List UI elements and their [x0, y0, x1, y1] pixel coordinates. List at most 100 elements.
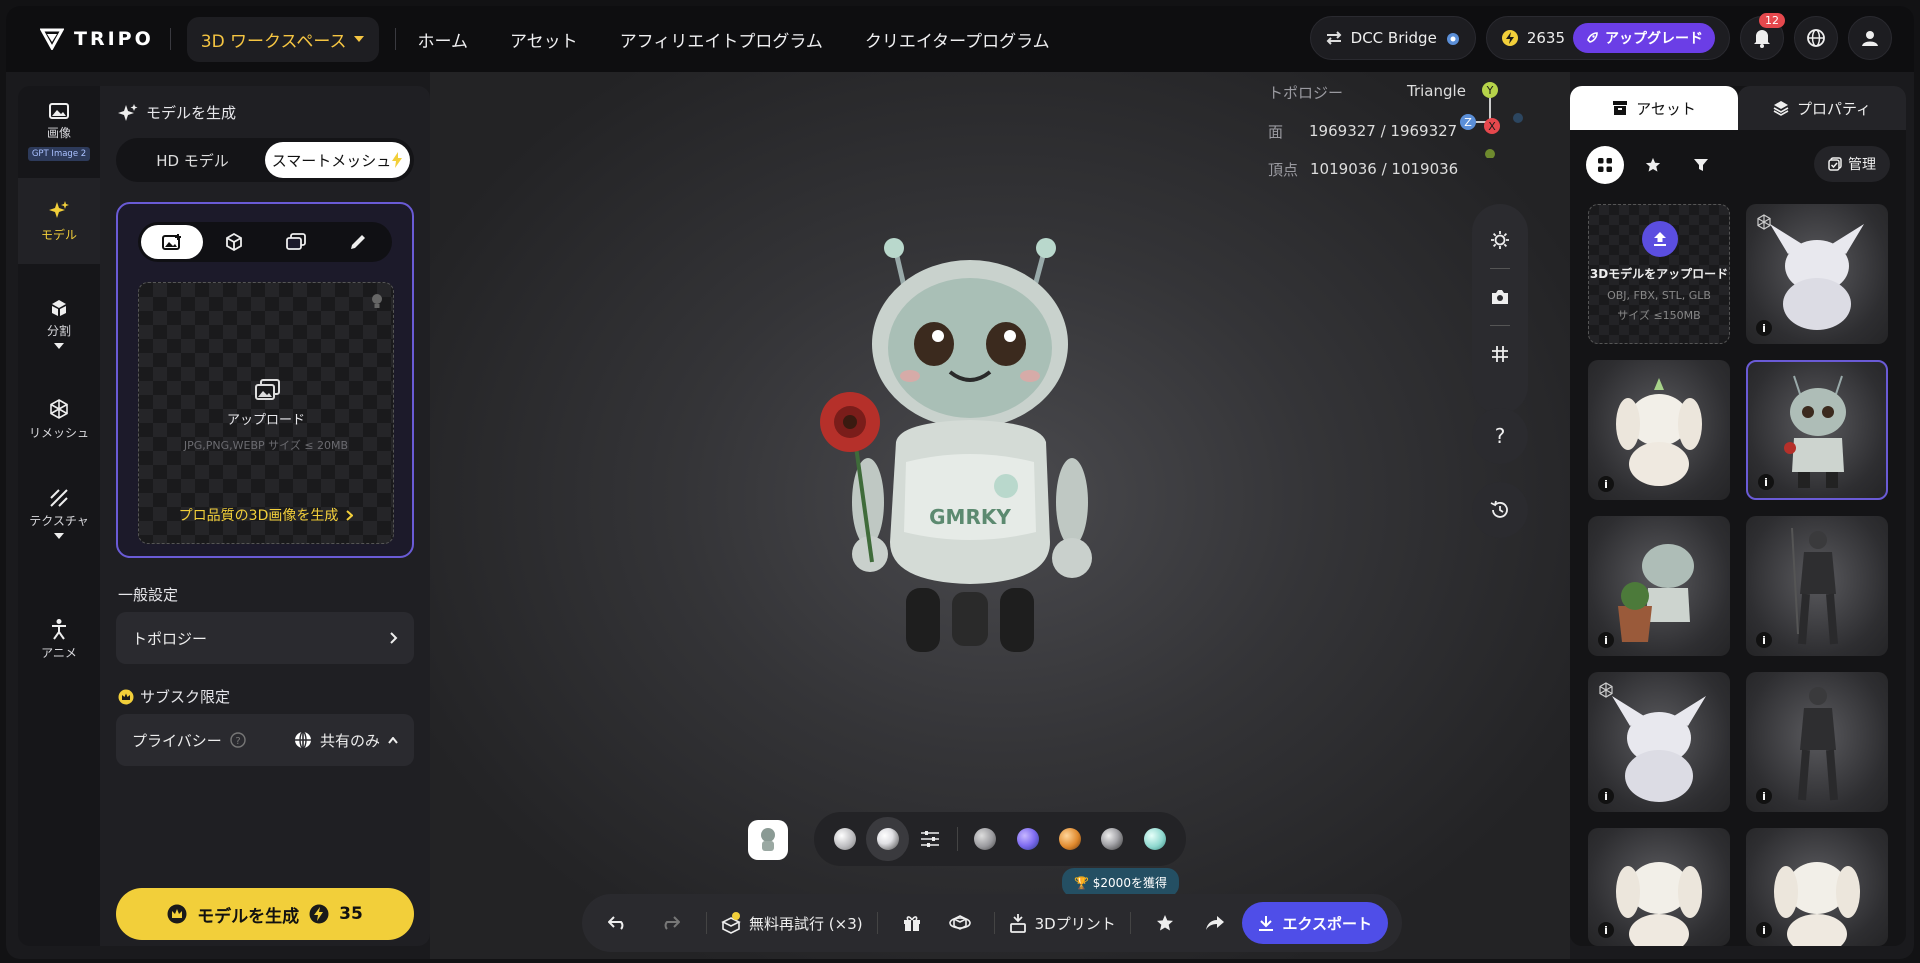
material-metal-button[interactable]: [1091, 817, 1133, 861]
free-retry-button[interactable]: 無料再試行 (×3): [721, 912, 863, 934]
rail-image[interactable]: 画像 GPT Image 2: [18, 102, 100, 161]
asset-panel-tabs: アセット プロパティ: [1570, 86, 1906, 130]
rail-model[interactable]: モデル: [18, 178, 100, 264]
gift-button[interactable]: [892, 901, 932, 945]
image-input-tab[interactable]: [141, 225, 203, 259]
material-clay-button[interactable]: [824, 817, 866, 861]
upgrade-button[interactable]: アップグレード: [1573, 23, 1715, 53]
asset-tile[interactable]: i: [1588, 360, 1730, 500]
model-thumbnail-button[interactable]: [748, 820, 788, 860]
divider: [706, 912, 707, 934]
grid-view-button[interactable]: [1586, 146, 1624, 184]
topology-setting[interactable]: トポロジー: [116, 612, 414, 664]
divider: [993, 912, 995, 934]
share-button[interactable]: [1195, 901, 1235, 945]
tripo-logo[interactable]: TRIPO: [40, 28, 154, 50]
panel-header: モデルを生成: [118, 102, 236, 123]
info-badge[interactable]: i: [1598, 788, 1614, 804]
hd-model-tab[interactable]: HD モデル: [120, 142, 265, 178]
favorite-button[interactable]: [1145, 901, 1185, 945]
tab-assets[interactable]: アセット: [1570, 86, 1738, 130]
3d-viewport[interactable]: トポロジー Triangle 面 1969327 / 1969327 頂点 10…: [430, 72, 1570, 959]
material-adjust-button[interactable]: [909, 817, 951, 861]
material-shaded-swatch: [876, 828, 899, 850]
asset-tile[interactable]: i: [1588, 672, 1730, 812]
info-badge[interactable]: i: [1758, 474, 1774, 490]
privacy-setting[interactable]: プライバシー ? 共有のみ: [116, 714, 414, 766]
axis-gizmo[interactable]: Y X Z: [1460, 82, 1524, 158]
lightning-coin-icon: [309, 904, 329, 924]
help-button[interactable]: ?: [1472, 408, 1528, 464]
info-badge[interactable]: i: [1598, 476, 1614, 492]
info-badge[interactable]: i: [1598, 632, 1614, 648]
nav-home[interactable]: ホーム: [418, 27, 469, 52]
undo-button[interactable]: [596, 901, 640, 945]
info-badge[interactable]: i: [1598, 922, 1614, 938]
export-button[interactable]: エクスポート: [1242, 902, 1388, 944]
account-button[interactable]: [1848, 16, 1892, 60]
tab-properties[interactable]: プロパティ: [1738, 86, 1906, 130]
3d-print-button[interactable]: 3Dプリント: [1009, 913, 1116, 934]
info-badge[interactable]: i: [1756, 632, 1772, 648]
batch-input-tab[interactable]: [265, 225, 327, 259]
rail-anime-label: アニメ: [41, 646, 77, 660]
redo-button[interactable]: [648, 901, 692, 945]
upload-3d-formats: OBJ, FBX, STL, GLB: [1607, 289, 1711, 302]
asset-tile[interactable]: i: [1746, 672, 1888, 812]
multiview-input-tab[interactable]: [203, 225, 265, 259]
crown-icon: [167, 904, 187, 924]
grid-toggle-button[interactable]: [1472, 326, 1528, 382]
favorites-filter-button[interactable]: [1634, 146, 1672, 184]
info-badge[interactable]: i: [1756, 788, 1772, 804]
material-mint-button[interactable]: [1134, 817, 1176, 861]
help-circle-icon[interactable]: ?: [230, 732, 246, 748]
pro-image-link[interactable]: プロ品質の3D画像を生成: [139, 505, 393, 525]
filter-button[interactable]: [1682, 146, 1720, 184]
privacy-dropdown[interactable]: 共有のみ: [294, 730, 398, 751]
divider: [394, 28, 396, 50]
asset-tile[interactable]: i: [1588, 516, 1730, 656]
ar-view-button[interactable]: [940, 901, 980, 945]
upload-3d-model-tile[interactable]: 3Dモデルをアップロード OBJ, FBX, STL, GLB サイズ ≤150…: [1588, 204, 1730, 344]
asset-tile[interactable]: i: [1746, 828, 1888, 946]
asset-tile[interactable]: i: [1588, 828, 1730, 946]
nav-creator[interactable]: クリエイタープログラム: [865, 27, 1050, 52]
nav-affiliate[interactable]: アフィリエイトプログラム: [620, 27, 823, 52]
asset-tile-selected[interactable]: i: [1746, 360, 1888, 500]
rail-texture[interactable]: テクスチャ: [18, 488, 100, 540]
rail-remesh[interactable]: リメッシュ: [18, 398, 100, 441]
generate-model-button[interactable]: モデルを生成 35: [116, 888, 414, 940]
lighting-button[interactable]: [1472, 212, 1528, 268]
dcc-bridge-button[interactable]: DCC Bridge: [1309, 16, 1476, 60]
language-button[interactable]: [1794, 16, 1838, 60]
text-input-tab[interactable]: [327, 225, 389, 259]
robot-model[interactable]: GMRKY: [810, 232, 1130, 652]
material-shaded-button[interactable]: [866, 817, 909, 861]
asset-tile[interactable]: i: [1746, 204, 1888, 344]
asset-tile[interactable]: i: [1746, 516, 1888, 656]
image-dropzone[interactable]: アップロード JPG,PNG,WEBP サイズ ≤ 20MB プロ品質の3D画像…: [138, 282, 394, 544]
info-badge[interactable]: i: [1756, 922, 1772, 938]
history-button[interactable]: [1472, 482, 1528, 538]
credits-pill[interactable]: 2635 アップグレード: [1485, 16, 1730, 60]
info-badge[interactable]: i: [1756, 320, 1772, 336]
promo-tooltip[interactable]: 🏆 $2000を獲得: [1062, 868, 1179, 897]
nav-assets[interactable]: アセット: [510, 27, 578, 52]
camera-icon: [1492, 290, 1508, 304]
lightbulb-icon[interactable]: [371, 293, 383, 309]
workspace-dropdown[interactable]: 3D ワークスペース: [186, 16, 379, 62]
rail-anime[interactable]: アニメ: [18, 618, 100, 661]
smart-mesh-tab[interactable]: スマートメッシュ: [265, 142, 410, 178]
screenshot-button[interactable]: [1472, 269, 1528, 325]
vertices-stat-value: 1019036 / 1019036: [1310, 160, 1459, 178]
rail-split[interactable]: 分割: [18, 298, 100, 350]
grid-icon: [1492, 346, 1508, 362]
manage-button[interactable]: 管理: [1814, 146, 1890, 182]
material-matte-button[interactable]: [964, 817, 1006, 861]
model-type-switch: HD モデル スマートメッシュ: [116, 138, 414, 182]
notifications-button[interactable]: 12: [1740, 13, 1785, 60]
material-iridescent-button[interactable]: [1006, 817, 1048, 861]
top-right-actions: DCC Bridge 2635 アップグレード 12: [1309, 13, 1892, 60]
material-copper-button[interactable]: [1049, 817, 1091, 861]
divider: [1129, 912, 1131, 934]
